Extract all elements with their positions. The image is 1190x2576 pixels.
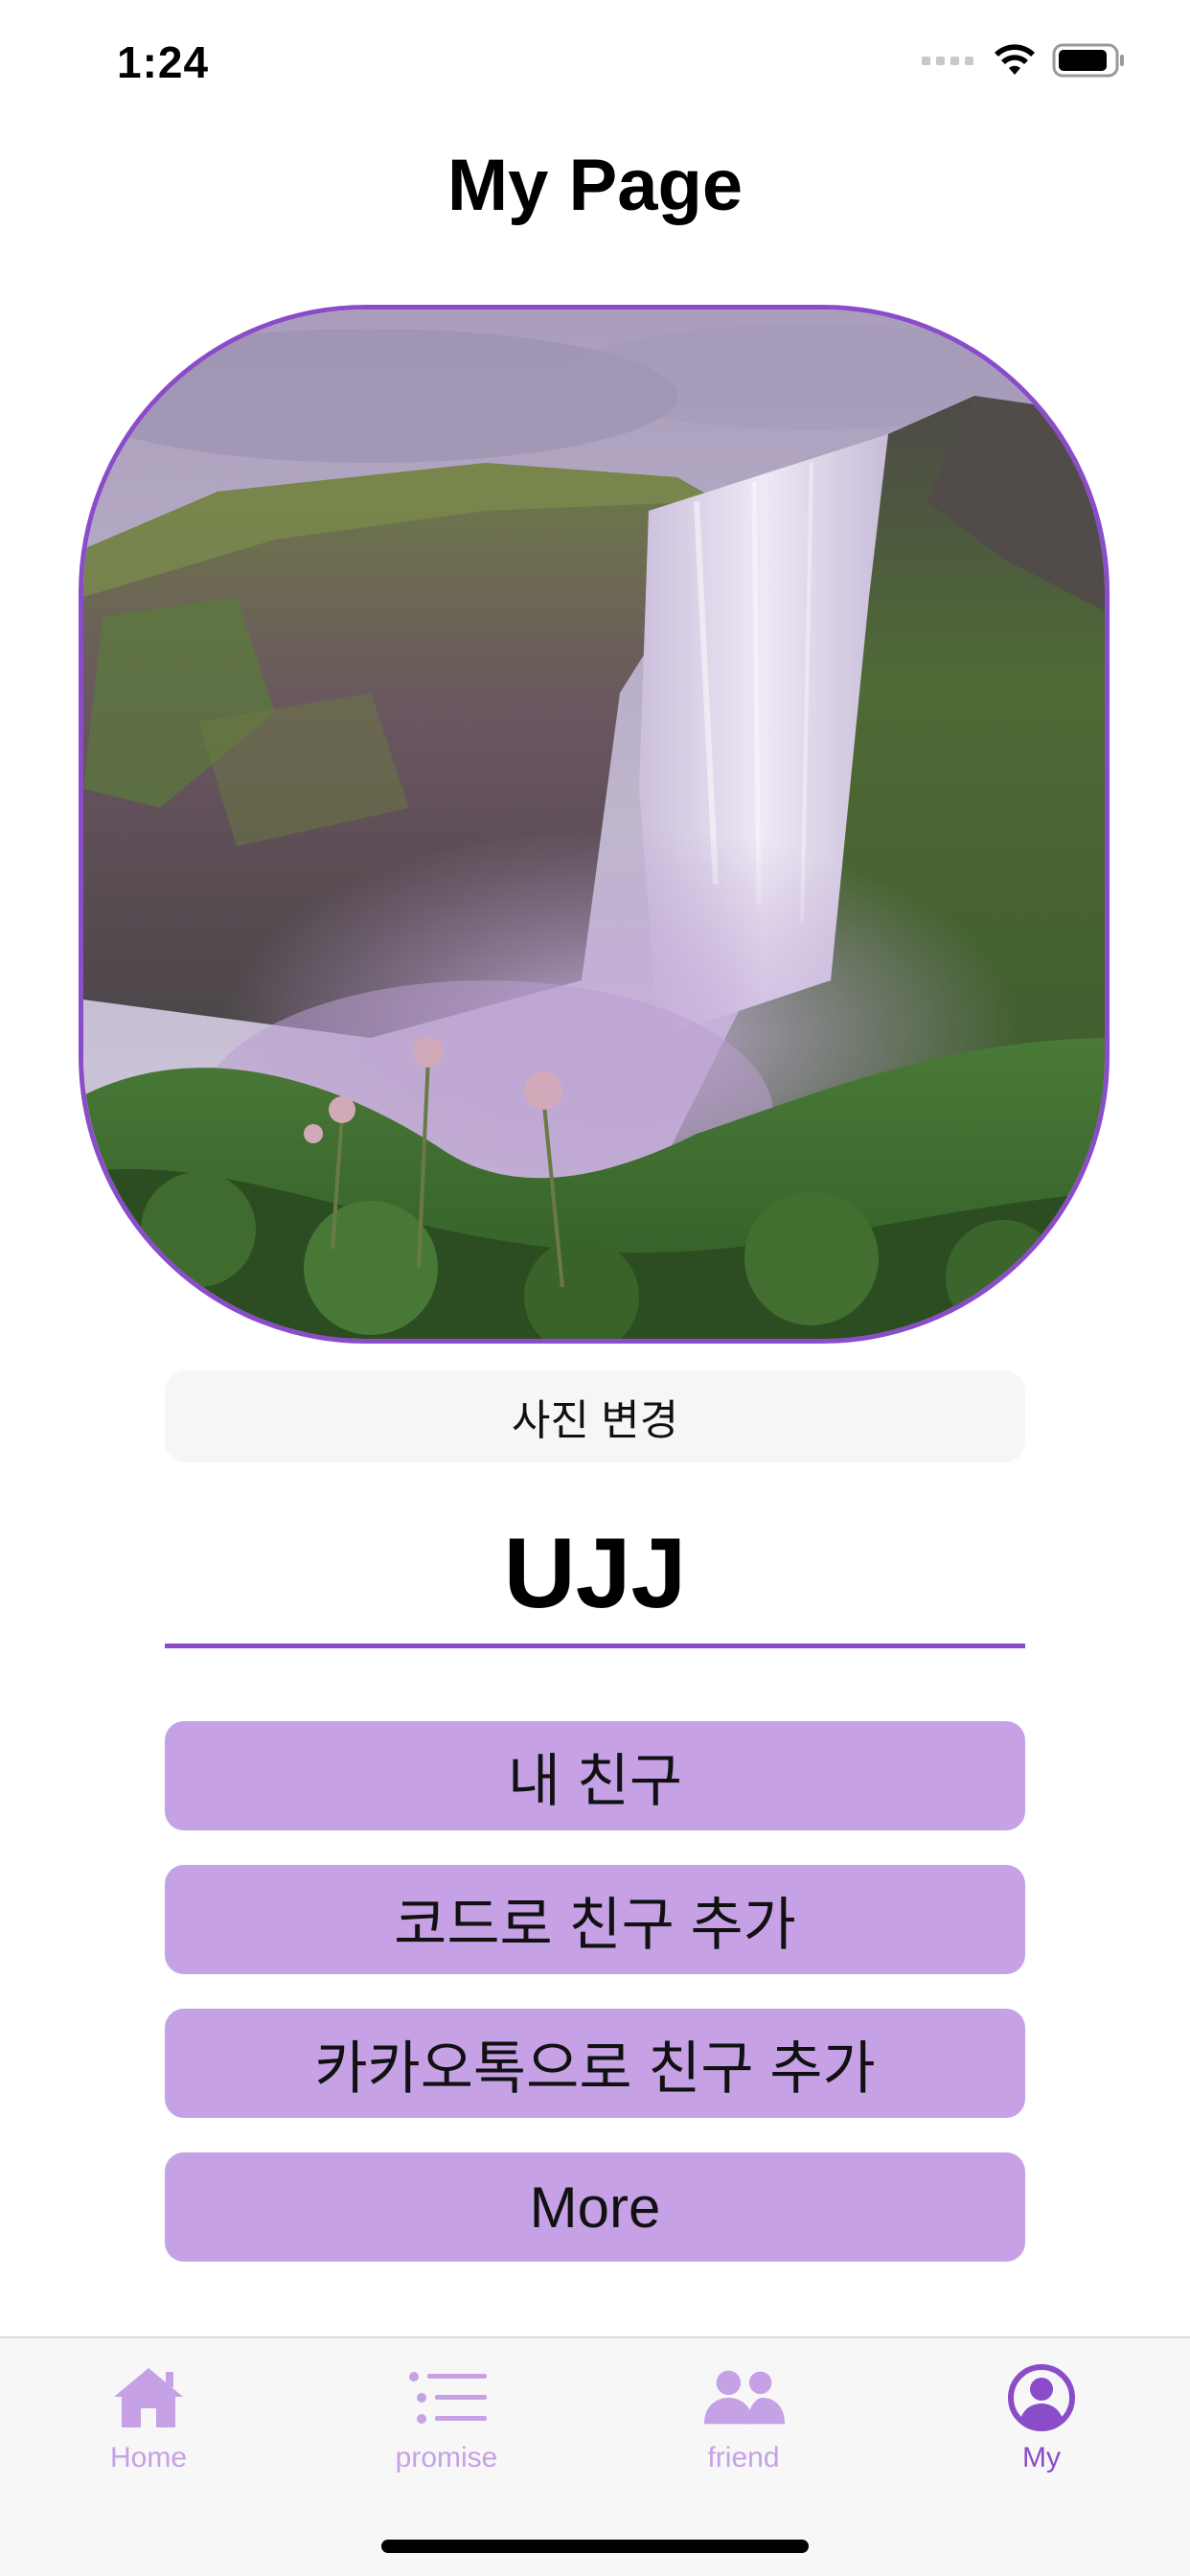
people-icon	[700, 2361, 787, 2434]
waterfall-photo	[83, 310, 1105, 1339]
my-friends-button[interactable]: 내 친구	[165, 1721, 1025, 1830]
person-circle-icon	[998, 2361, 1085, 2434]
add-friend-kakaotalk-button[interactable]: 카카오톡으로 친구 추가	[165, 2009, 1025, 2118]
tab-friend[interactable]: friend	[648, 2361, 839, 2474]
add-friend-kakaotalk-label: 카카오톡으로 친구 추가	[314, 2036, 876, 2101]
my-friends-label: 내 친구	[507, 1748, 683, 1813]
tab-my-label: My	[1022, 2442, 1061, 2473]
tab-promise[interactable]: promise	[351, 2361, 542, 2474]
battery-icon	[1052, 43, 1124, 78]
tab-home-label: Home	[109, 2442, 188, 2473]
status-time: 1:24	[117, 37, 210, 87]
change-photo-label: 사진 변경	[511, 1397, 679, 1444]
signal-icon	[922, 56, 973, 65]
add-friend-by-code-button[interactable]: 코드로 친구 추가	[165, 1865, 1025, 1974]
change-photo-button[interactable]: 사진 변경	[165, 1370, 1025, 1462]
name-field[interactable]: UJJ	[165, 1505, 1025, 1648]
wifi-icon	[995, 44, 1035, 75]
more-button[interactable]: More	[165, 2152, 1025, 2262]
tab-friend-label: friend	[707, 2442, 780, 2473]
profile-image	[79, 305, 1110, 1344]
tab-promise-label: promise	[395, 2442, 498, 2473]
status-bar: 1:24	[0, 0, 1190, 134]
tab-home[interactable]: Home	[53, 2361, 244, 2474]
list-icon	[403, 2361, 490, 2434]
more-label: More	[529, 2174, 661, 2240]
page-title: My Page	[446, 145, 744, 226]
add-friend-by-code-label: 코드로 친구 추가	[394, 1892, 796, 1957]
home-indicator	[381, 2540, 809, 2553]
tab-my[interactable]: My	[946, 2361, 1137, 2474]
home-icon	[105, 2361, 192, 2434]
name-value: UJJ	[503, 1518, 687, 1629]
status-icons	[922, 42, 1127, 79]
my-page-screen: 1:24 My Page 사진 변경 UJJ 내 친구 코드로 친구 추가 카카…	[0, 0, 1190, 2576]
